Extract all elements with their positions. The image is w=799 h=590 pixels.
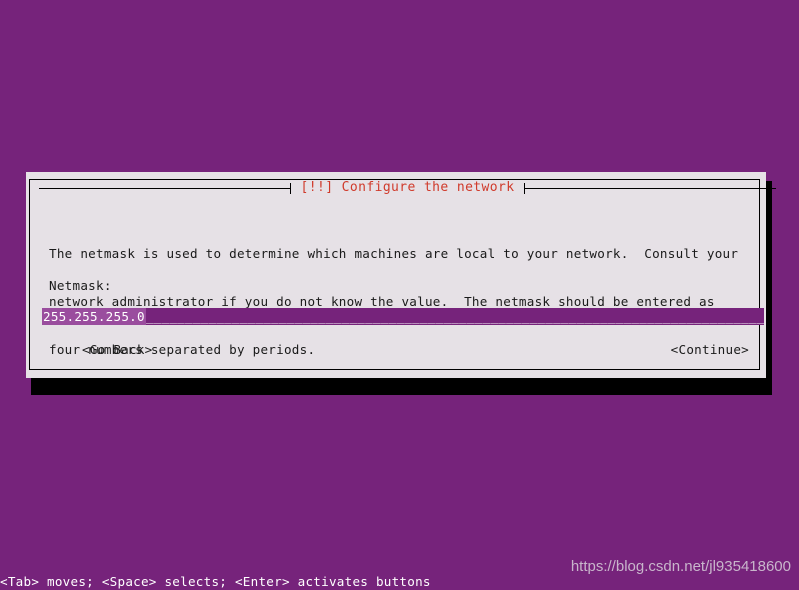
description-line-1: The netmask is used to determine which m… (49, 246, 739, 261)
title-rule-left (39, 182, 291, 194)
watermark: https://blog.csdn.net/jl935418600 (570, 558, 791, 575)
dialog-description: The netmask is used to determine which m… (49, 214, 759, 390)
netmask-input-fill: ________________________________________… (145, 309, 764, 324)
netmask-input[interactable]: 255.255.255.0 __________________________… (42, 308, 764, 325)
continue-button[interactable]: <Continue> (671, 342, 749, 358)
dialog-titlebar: [!!] Configure the network (39, 180, 776, 196)
netmask-field-label: Netmask: (49, 278, 112, 293)
configure-network-dialog: [!!] Configure the network The netmask i… (20, 172, 776, 378)
title-rule-right (524, 182, 776, 194)
dialog-title: [!!] Configure the network (300, 180, 515, 195)
go-back-button[interactable]: <Go Back> (82, 342, 153, 358)
dialog-inner-frame: [!!] Configure the network The netmask i… (29, 179, 776, 370)
dialog-button-row: <Go Back> <Continue> (49, 342, 749, 358)
dialog-left-accent-strip (20, 172, 26, 378)
netmask-input-value[interactable]: 255.255.255.0 (42, 308, 146, 325)
